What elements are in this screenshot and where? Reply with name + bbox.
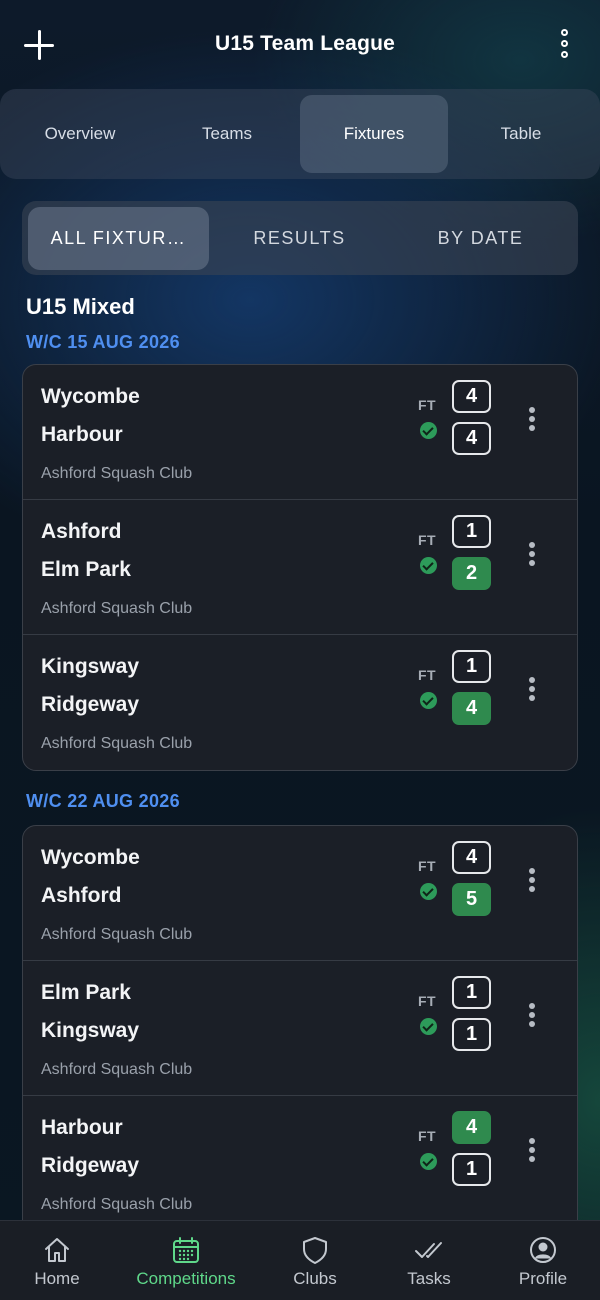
away-score: 1 — [452, 1018, 491, 1051]
bottom-nav: Home Competitions Clubs Tasks Profile — [0, 1220, 600, 1300]
match-status: FT — [418, 667, 437, 683]
away-team: Kingsway — [41, 1019, 140, 1042]
nav-tasks[interactable]: Tasks — [369, 1221, 489, 1300]
away-team: Ridgeway — [41, 693, 140, 716]
check-circle-icon — [420, 557, 437, 574]
nav-home[interactable]: Home — [0, 1221, 117, 1300]
away-score: 1 — [452, 1153, 491, 1186]
calendar-icon — [173, 1237, 199, 1263]
match-status: FT — [418, 397, 437, 413]
away-team: Elm Park — [41, 558, 131, 581]
tab-teams[interactable]: Teams — [153, 95, 301, 173]
home-score: 4 — [452, 1111, 491, 1144]
fixture-filter: ALL FIXTUR… RESULTS BY DATE — [22, 201, 578, 275]
nav-label: Clubs — [293, 1269, 337, 1288]
page-title: U15 Team League — [214, 32, 395, 55]
more-vertical-icon[interactable] — [523, 866, 541, 896]
more-vertical-icon[interactable] — [523, 1001, 541, 1031]
nav-competitions[interactable]: Competitions — [126, 1221, 246, 1300]
away-team: Ashford — [41, 884, 122, 907]
home-team: Wycombe — [41, 385, 140, 408]
venue: Ashford Squash Club — [41, 926, 193, 943]
check-circle-icon — [420, 1018, 437, 1035]
home-team: Kingsway — [41, 655, 140, 678]
filter-all-fixtures[interactable]: ALL FIXTUR… — [28, 207, 209, 270]
nav-profile[interactable]: Profile — [483, 1221, 600, 1300]
shield-icon — [303, 1237, 327, 1264]
tab-table[interactable]: Table — [447, 95, 595, 173]
check-circle-icon — [420, 422, 437, 439]
nav-label: Competitions — [136, 1269, 236, 1288]
check-circle-icon — [420, 692, 437, 709]
nav-label: Profile — [518, 1269, 568, 1288]
fixtures-card: Wycombe Harbour Ashford Squash Club FT 4… — [22, 364, 578, 771]
week-heading: W/C 22 AUG 2026 — [26, 791, 180, 811]
home-icon — [45, 1238, 69, 1262]
venue: Ashford Squash Club — [41, 1061, 193, 1078]
week-heading: W/C 15 AUG 2026 — [26, 332, 180, 352]
home-team: Ashford — [41, 520, 122, 543]
double-check-icon — [415, 1242, 442, 1258]
fixture-row[interactable]: Ashford Elm Park Ashford Squash Club FT … — [23, 500, 577, 635]
tab-fixtures[interactable]: Fixtures — [300, 95, 448, 173]
away-team: Ridgeway — [41, 1154, 140, 1177]
fixture-row[interactable]: Wycombe Ashford Ashford Squash Club FT 4… — [23, 826, 577, 961]
home-score: 1 — [452, 650, 491, 683]
away-score: 4 — [452, 692, 491, 725]
home-score: 1 — [452, 515, 491, 548]
filter-by-date[interactable]: BY DATE — [390, 207, 571, 270]
home-team: Harbour — [41, 1116, 123, 1139]
away-score: 5 — [452, 883, 491, 916]
venue: Ashford Squash Club — [41, 465, 193, 482]
venue: Ashford Squash Club — [41, 600, 193, 617]
home-score: 4 — [452, 841, 491, 874]
match-status: FT — [418, 993, 437, 1009]
nav-label: Home — [34, 1269, 80, 1288]
match-status: FT — [418, 1128, 437, 1144]
more-vertical-icon[interactable] — [523, 540, 541, 570]
fixture-row[interactable]: Elm Park Kingsway Ashford Squash Club FT… — [23, 961, 577, 1096]
check-circle-icon — [420, 1153, 437, 1170]
app-header: U15 Team League — [0, 0, 600, 90]
match-status: FT — [418, 532, 437, 548]
tab-overview[interactable]: Overview — [6, 95, 154, 173]
more-vertical-icon[interactable] — [554, 28, 576, 62]
nav-clubs[interactable]: Clubs — [255, 1221, 375, 1300]
fixtures-card: Wycombe Ashford Ashford Squash Club FT 4… — [22, 825, 578, 1245]
user-circle-icon — [530, 1237, 556, 1263]
fixture-row[interactable]: Wycombe Harbour Ashford Squash Club FT 4… — [23, 365, 577, 500]
match-status: FT — [418, 858, 437, 874]
venue: Ashford Squash Club — [41, 1196, 193, 1213]
away-team: Harbour — [41, 423, 123, 446]
nav-label: Tasks — [407, 1269, 451, 1288]
tab-bar: Overview Teams Fixtures Table — [0, 89, 600, 179]
home-team: Elm Park — [41, 981, 131, 1004]
more-vertical-icon[interactable] — [523, 675, 541, 705]
fixture-row[interactable]: Harbour Ridgeway Ashford Squash Club FT … — [23, 1096, 577, 1231]
venue: Ashford Squash Club — [41, 735, 193, 752]
away-score: 4 — [452, 422, 491, 455]
more-vertical-icon[interactable] — [523, 405, 541, 435]
more-vertical-icon[interactable] — [523, 1136, 541, 1166]
away-score: 2 — [452, 557, 491, 590]
fixture-row[interactable]: Kingsway Ridgeway Ashford Squash Club FT… — [23, 635, 577, 770]
home-score: 4 — [452, 380, 491, 413]
filter-results[interactable]: RESULTS — [209, 207, 390, 270]
check-circle-icon — [420, 883, 437, 900]
home-score: 1 — [452, 976, 491, 1009]
division-heading: U15 Mixed — [26, 294, 135, 319]
home-team: Wycombe — [41, 846, 140, 869]
